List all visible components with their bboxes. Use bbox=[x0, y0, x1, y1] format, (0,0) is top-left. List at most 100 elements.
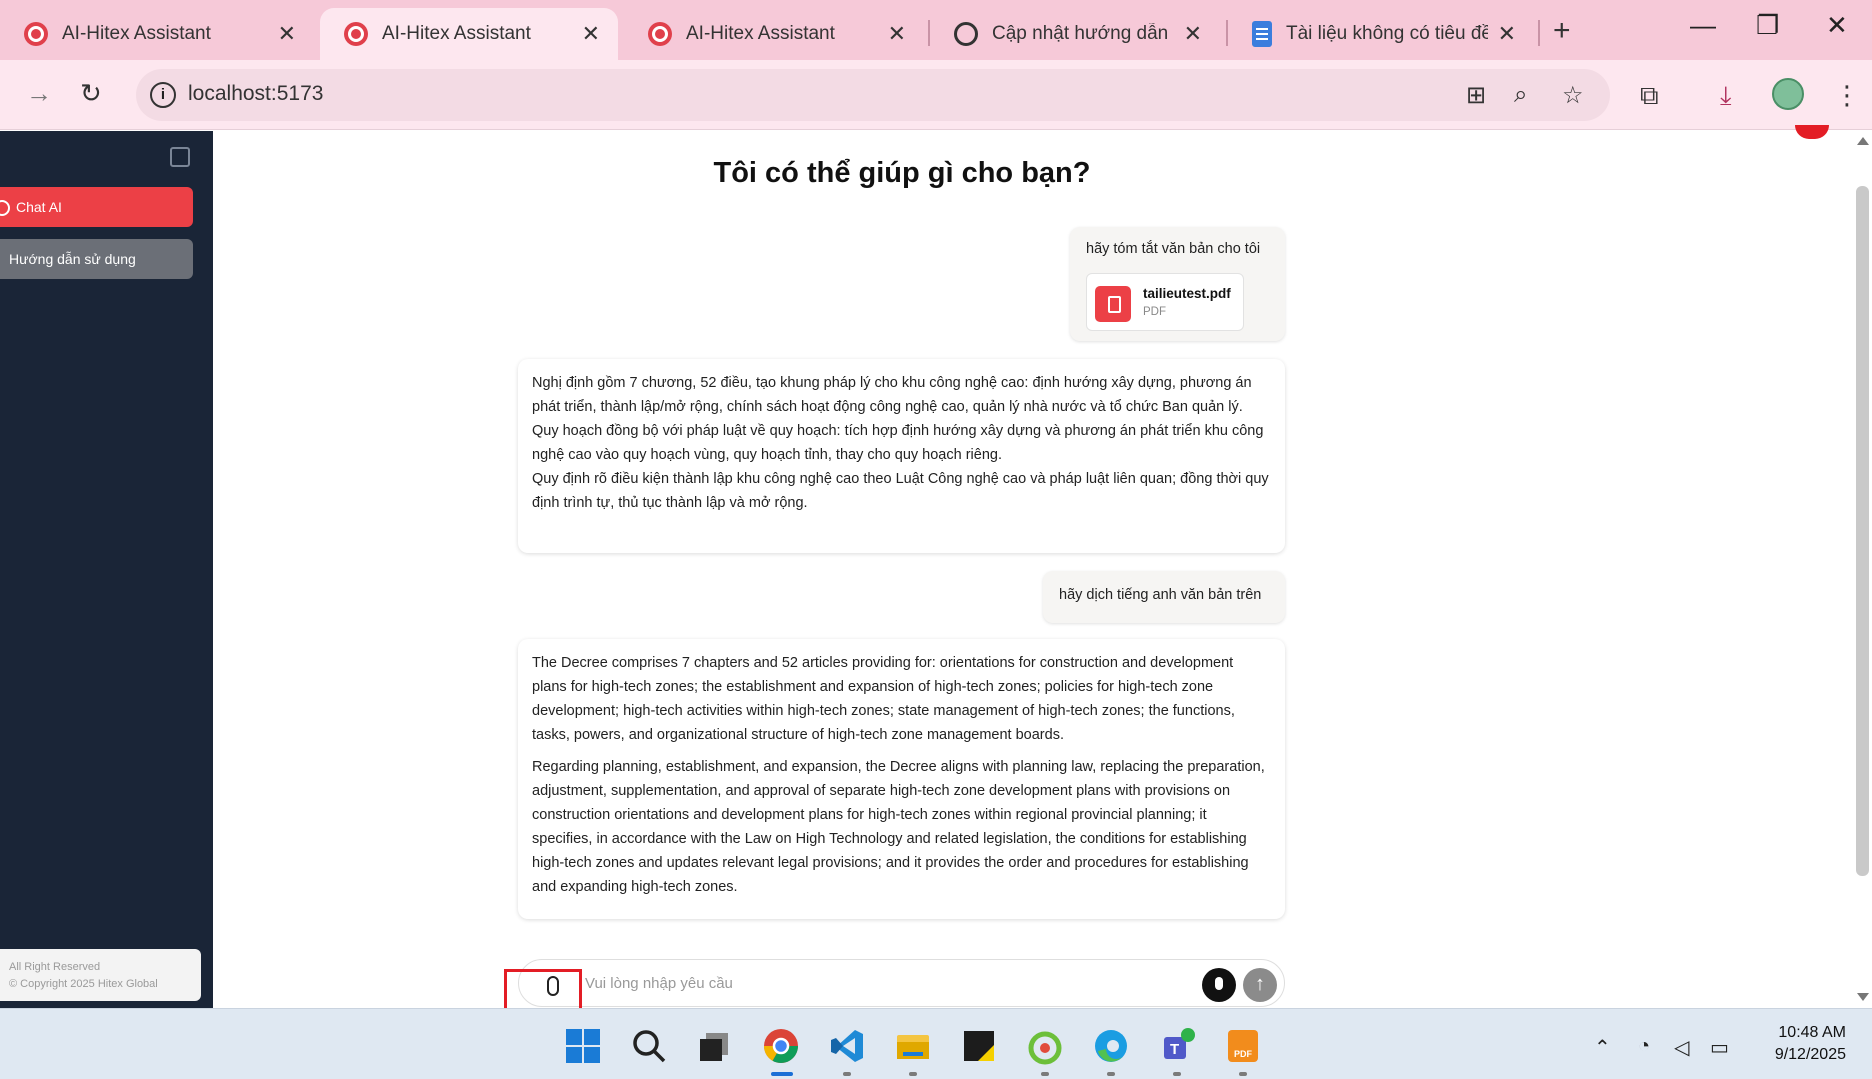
site-info-icon[interactable]: i bbox=[150, 82, 176, 108]
svg-text:T: T bbox=[1170, 1041, 1179, 1058]
footer-copyright: © Copyright 2025 Hitex Global bbox=[9, 978, 158, 990]
tab-title: Tài liệu không có tiêu đề bbox=[1286, 23, 1488, 44]
battery-icon[interactable]: ▭ bbox=[1710, 1035, 1729, 1060]
sidebar-item-label: Hướng dẫn sử dụng bbox=[9, 251, 136, 267]
minimize-button[interactable]: — bbox=[1690, 10, 1716, 41]
microphone-button[interactable] bbox=[1202, 968, 1236, 1002]
new-tab-button[interactable]: + bbox=[1553, 14, 1571, 48]
new-chat-edit-icon[interactable] bbox=[170, 147, 190, 167]
file-type: PDF bbox=[1143, 306, 1166, 318]
volume-icon[interactable]: ◁ bbox=[1674, 1035, 1689, 1060]
forward-arrow-icon[interactable]: → bbox=[26, 78, 52, 109]
browser-tab-2-active[interactable]: AI-Hitex Assistant ✕ bbox=[320, 8, 618, 60]
system-clock[interactable]: 10:48 AM 9/12/2025 bbox=[1756, 1022, 1846, 1066]
browser-tab-3[interactable]: AI-Hitex Assistant ✕ bbox=[624, 8, 924, 60]
tab-title: Cập nhật hướng dẫn nhiề bbox=[992, 23, 1174, 44]
browser-tab-strip: AI-Hitex Assistant ✕ AI-Hitex Assistant … bbox=[0, 0, 1872, 60]
chat-main: Tôi có thể giúp gì cho bạn? hãy tóm tắt … bbox=[213, 131, 1853, 1008]
message-paragraph: Regarding planning, establishment, and e… bbox=[532, 759, 1265, 895]
download-icon[interactable]: ⤓ bbox=[1720, 80, 1732, 112]
clock-time: 10:48 AM bbox=[1778, 1024, 1846, 1041]
task-view-icon[interactable] bbox=[696, 1027, 734, 1065]
send-button[interactable]: ↑ bbox=[1243, 968, 1277, 1002]
clock-date: 9/12/2025 bbox=[1774, 1046, 1846, 1063]
translate-icon[interactable]: ⊞ bbox=[1466, 81, 1486, 110]
tab-close-icon[interactable]: ✕ bbox=[582, 21, 600, 47]
vscode-icon[interactable] bbox=[828, 1027, 866, 1065]
windows-start-icon[interactable] bbox=[564, 1027, 602, 1065]
tab-close-icon[interactable]: ✕ bbox=[888, 21, 906, 47]
taskbar-active-indicator bbox=[771, 1072, 793, 1076]
tab-close-icon[interactable]: ✕ bbox=[278, 21, 296, 47]
reload-icon[interactable]: ↻ bbox=[80, 78, 102, 109]
tab-separator bbox=[1538, 20, 1540, 46]
close-window-button[interactable]: ✕ bbox=[1826, 10, 1848, 41]
sidebar-footer: All Right Reserved © Copyright 2025 Hite… bbox=[0, 949, 201, 1001]
chat-input[interactable]: Vui lòng nhập yêu cầu bbox=[585, 975, 733, 992]
message-text: hãy tóm tắt văn bản cho tôi bbox=[1086, 241, 1261, 257]
edge-icon[interactable] bbox=[1092, 1027, 1130, 1065]
browser-tab-1[interactable]: AI-Hitex Assistant ✕ bbox=[0, 8, 314, 60]
pdf-app-icon[interactable]: PDF bbox=[1224, 1027, 1262, 1065]
scrollbar-thumb[interactable] bbox=[1856, 186, 1869, 876]
message-paragraph: The Decree comprises 7 chapters and 52 a… bbox=[532, 655, 1235, 743]
file-explorer-icon[interactable] bbox=[894, 1027, 932, 1065]
sidebar-item-label: Chat AI bbox=[16, 199, 62, 215]
assistant-message: The Decree comprises 7 chapters and 52 a… bbox=[518, 639, 1285, 919]
app-sidebar: Chat AI Hướng dẫn sử dụng All Right Rese… bbox=[0, 131, 213, 1008]
menu-kebab-icon[interactable]: ⋮ bbox=[1834, 80, 1860, 111]
bookmark-star-icon[interactable]: ☆ bbox=[1562, 81, 1584, 110]
page-scrollbar[interactable] bbox=[1853, 131, 1872, 1008]
hitex-favicon-icon bbox=[344, 22, 368, 46]
message-paragraph: Quy định rõ điều kiện thành lập khu công… bbox=[532, 471, 1269, 511]
message-text: hãy dịch tiếng anh văn bản trên bbox=[1059, 587, 1262, 603]
zoom-icon[interactable]: ⌕ bbox=[1514, 81, 1527, 109]
sidebar-item-user-guide[interactable]: Hướng dẫn sử dụng bbox=[0, 239, 193, 279]
tab-title: AI-Hitex Assistant bbox=[62, 23, 211, 44]
tab-close-icon[interactable]: ✕ bbox=[1184, 21, 1202, 47]
search-icon[interactable] bbox=[630, 1027, 668, 1065]
message-paragraph: Nghị định gồm 7 chương, 52 điều, tạo khu… bbox=[532, 375, 1252, 415]
assistant-message: Nghị định gồm 7 chương, 52 điều, tạo khu… bbox=[518, 359, 1285, 553]
teams-icon[interactable]: T bbox=[1158, 1027, 1196, 1065]
extensions-icon[interactable]: ⧉ bbox=[1640, 80, 1659, 112]
address-url[interactable]: localhost:5173 bbox=[188, 82, 323, 106]
restore-button[interactable]: ❐ bbox=[1756, 10, 1779, 41]
tray-overflow-chevron-icon[interactable]: ⌃ bbox=[1594, 1035, 1611, 1060]
tab-title: AI-Hitex Assistant bbox=[686, 23, 835, 44]
chat-composer: Vui lòng nhập yêu cầu ↑ bbox=[518, 959, 1285, 1007]
hitex-favicon-icon bbox=[648, 22, 672, 46]
taskbar-running-indicator bbox=[1107, 1072, 1115, 1076]
hitex-favicon-icon bbox=[24, 22, 48, 46]
taskbar-running-indicator bbox=[909, 1072, 917, 1076]
taskbar-running-indicator bbox=[1041, 1072, 1049, 1076]
tab-close-icon[interactable]: ✕ bbox=[1498, 21, 1516, 47]
file-name: tailieutest.pdf bbox=[1143, 286, 1231, 301]
taskbar-running-indicator bbox=[1239, 1072, 1247, 1076]
scroll-down-arrow-icon[interactable] bbox=[1857, 993, 1869, 1001]
browser-toolbar: → ↻ i localhost:5173 ⊞ ⌕ ☆ ⧉ ⤓ ⋮ bbox=[0, 60, 1872, 130]
browser-tab-4[interactable]: Cập nhật hướng dẫn nhiề ✕ bbox=[930, 8, 1220, 60]
footer-rights: All Right Reserved bbox=[9, 961, 101, 973]
address-bar[interactable]: i localhost:5173 ⊞ ⌕ ☆ bbox=[136, 69, 1610, 121]
pdf-file-icon bbox=[1095, 286, 1131, 322]
google-docs-favicon-icon bbox=[1252, 21, 1272, 47]
taskbar-running-indicator bbox=[1173, 1072, 1181, 1076]
green-app-icon[interactable] bbox=[1026, 1027, 1064, 1065]
user-message: hãy dịch tiếng anh văn bản trên bbox=[1043, 571, 1285, 623]
chrome-icon[interactable] bbox=[762, 1027, 800, 1065]
sidebar-item-chat-ai[interactable]: Chat AI bbox=[0, 187, 193, 227]
profile-avatar[interactable] bbox=[1772, 78, 1804, 110]
windows-taskbar: T PDF ⌃ ◔ ◁ ▭ 10:48 AM 9/12/2025 bbox=[0, 1008, 1872, 1079]
message-paragraph: Quy hoạch đồng bộ với pháp luật về quy h… bbox=[532, 423, 1264, 463]
user-message: hãy tóm tắt văn bản cho tôi tailieutest.… bbox=[1070, 227, 1285, 341]
tab-title: AI-Hitex Assistant bbox=[382, 23, 531, 44]
page-title: Tôi có thể giúp gì cho bạn? bbox=[713, 157, 1091, 189]
scroll-up-arrow-icon[interactable] bbox=[1857, 137, 1869, 145]
file-attachment-card[interactable]: tailieutest.pdf PDF bbox=[1086, 273, 1244, 331]
wifi-icon[interactable]: ◔ bbox=[1638, 1035, 1650, 1058]
sticky-notes-icon[interactable] bbox=[960, 1027, 998, 1065]
taskbar-running-indicator bbox=[843, 1072, 851, 1076]
chatgpt-favicon-icon bbox=[954, 22, 978, 46]
browser-tab-5[interactable]: Tài liệu không có tiêu đề ✕ bbox=[1228, 8, 1534, 60]
